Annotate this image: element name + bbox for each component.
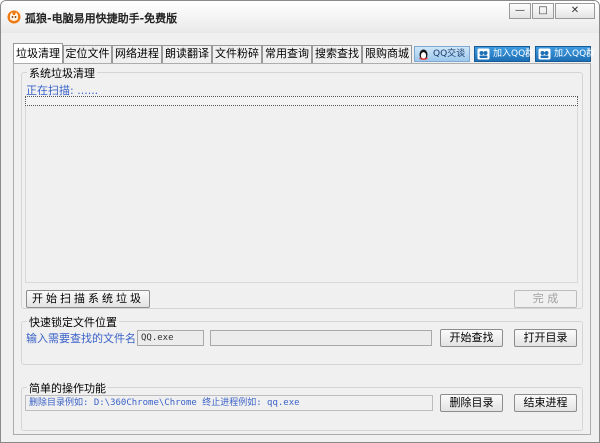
- join-qq-group-link-1[interactable]: 加入QQ群: [474, 46, 534, 62]
- qq-penguin-icon: [419, 49, 428, 60]
- tab-search-find[interactable]: 搜索查找: [312, 45, 362, 63]
- file-path-result[interactable]: [210, 330, 432, 346]
- tab-locate-file[interactable]: 定位文件: [63, 45, 112, 63]
- cleanup-group-title: 系统垃圾清理: [27, 65, 97, 81]
- tab-file-shredder[interactable]: 文件粉碎: [212, 45, 262, 63]
- tab-read-translate[interactable]: 朗读翻译: [162, 45, 212, 63]
- scan-progress-bar: [25, 96, 578, 106]
- command-input[interactable]: 删除目录例如: D:\360Chrome\Chrome 终止进程例如: qq.e…: [25, 395, 433, 411]
- scan-results-area[interactable]: [25, 96, 578, 283]
- close-button[interactable]: ✕: [555, 3, 595, 19]
- join-qq-group-label-1: 加入QQ群: [493, 49, 535, 59]
- ops-group-title: 简单的操作功能: [27, 380, 108, 396]
- qq-chat-label: QQ交谈: [433, 49, 466, 59]
- qq-group-icon: [538, 48, 551, 60]
- tab-common-query[interactable]: 常用查询: [262, 45, 312, 63]
- qq-group-icon: [477, 48, 490, 60]
- tab-junk-cleanup[interactable]: 垃圾清理: [13, 43, 63, 64]
- open-directory-button[interactable]: 打开目录: [514, 329, 577, 347]
- join-qq-group-link-2[interactable]: 加入QQ群: [535, 46, 595, 62]
- join-qq-group-label-2: 加入QQ群: [554, 49, 596, 59]
- filename-input[interactable]: QQ.exe: [137, 330, 204, 346]
- done-button[interactable]: 完 成: [514, 290, 577, 308]
- minimize-button[interactable]: —: [509, 3, 531, 19]
- kill-process-button[interactable]: 结束进程: [514, 394, 577, 412]
- qq-chat-link[interactable]: QQ交谈: [414, 46, 470, 62]
- tab-network-process[interactable]: 网络进程: [112, 45, 162, 63]
- locate-group-title: 快速锁定文件位置: [27, 314, 119, 330]
- app-window: 孤狼-电脑易用快捷助手-免费版 — □ ✕ 垃圾清理 定位文件 网络进程 朗读翻…: [0, 0, 600, 443]
- start-search-button[interactable]: 开始查找: [440, 329, 503, 347]
- delete-directory-button[interactable]: 删除目录: [440, 394, 503, 412]
- filename-prompt: 输入需要查找的文件名:: [26, 332, 140, 345]
- maximize-button[interactable]: □: [532, 3, 554, 19]
- tab-limited-mall[interactable]: 限购商城: [362, 45, 412, 63]
- window-title: 孤狼-电脑易用快捷助手-免费版: [25, 12, 178, 25]
- start-scan-button[interactable]: 开始扫描系统垃圾: [26, 290, 150, 308]
- title-bar[interactable]: 孤狼-电脑易用快捷助手-免费版 — □ ✕: [1, 1, 599, 33]
- wolf-logo-icon: [7, 10, 21, 24]
